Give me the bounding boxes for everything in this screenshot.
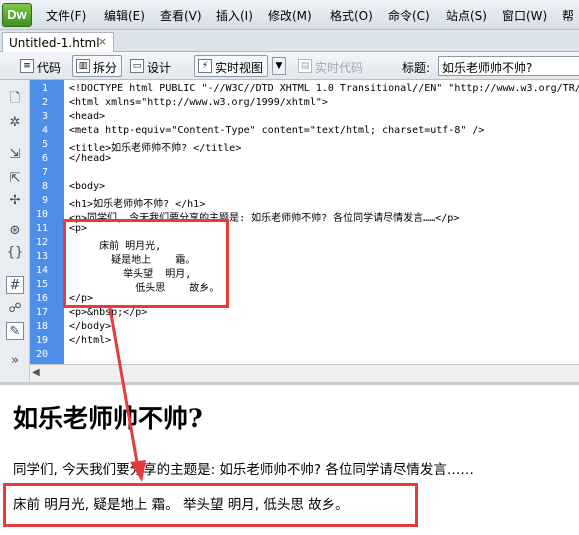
menu-file[interactable]: 文件(F)	[46, 7, 86, 24]
menu-format[interactable]: 格式(O)	[330, 7, 373, 24]
document-tab[interactable]: Untitled-1.html ×	[2, 32, 114, 52]
design-paragraph-intro: 同学们, 今天我们要分享的主题是: 如乐老师帅不帅? 各位同学请尽情发言……	[13, 462, 474, 478]
menu-view[interactable]: 查看(V)	[160, 7, 202, 24]
open-documents-icon[interactable]: 🗋	[6, 90, 24, 108]
code-line: <title>如乐老师帅不帅? </title>	[69, 143, 242, 154]
design-heading: 如乐老师帅不帅?	[13, 404, 203, 433]
line-number: 2	[41, 97, 48, 108]
dreamweaver-logo: Dw	[2, 3, 32, 27]
split-view-icon: ▥	[76, 59, 90, 73]
line-number: 16	[35, 293, 48, 304]
title-input[interactable]: 如乐老师帅不帅?	[438, 56, 579, 76]
annotation-box-code	[63, 219, 229, 308]
line-number: 12	[35, 237, 48, 248]
code-line: </head>	[69, 153, 112, 164]
syntax-coloring-icon[interactable]: ✎	[6, 322, 24, 340]
code-view-icon: ≡	[20, 59, 34, 73]
line-number: 17	[35, 307, 48, 318]
collapse-full-tag-icon[interactable]: ⇲	[6, 146, 24, 164]
line-number: 7	[41, 167, 48, 178]
annotation-box-design	[3, 483, 418, 527]
code-line: </html>	[69, 335, 112, 346]
line-number: 10	[35, 209, 48, 220]
close-icon[interactable]: ×	[98, 35, 107, 48]
collapse-selection-icon[interactable]: ⇱	[6, 170, 24, 188]
menu-insert[interactable]: 插入(I)	[216, 7, 253, 24]
line-number-gutter: 1 2 3 4 5 6 7 8 9 10 11 12 13 14 15 16 1…	[30, 80, 64, 364]
live-view-icon: ⚡	[198, 59, 212, 73]
code-view-button[interactable]: ≡ 代码	[16, 55, 66, 77]
design-view-icon: ▭	[130, 59, 144, 73]
horizontal-scrollbar[interactable]: ◀	[30, 364, 579, 382]
code-line: <meta http-equiv="Content-Type" content=…	[69, 125, 485, 136]
line-number: 8	[41, 181, 48, 192]
menu-window[interactable]: 窗口(W)	[502, 7, 547, 24]
menu-commands[interactable]: 命令(C)	[388, 7, 430, 24]
line-number: 6	[41, 153, 48, 164]
live-code-button[interactable]: ▤ 实时代码	[294, 55, 368, 77]
menu-help[interactable]: 帮	[562, 7, 574, 24]
code-line: </body>	[69, 321, 112, 332]
coding-toolbar: 🗋 ✲ ⇲ ⇱ ✢ ⊛ {} # ☍ ✎ »	[0, 80, 30, 382]
code-line: <head>	[69, 111, 106, 122]
expand-all-icon[interactable]: ✢	[6, 192, 24, 210]
line-number: 15	[35, 279, 48, 290]
line-number: 3	[41, 111, 48, 122]
line-number: 9	[41, 195, 48, 206]
title-label: 标题:	[402, 61, 431, 75]
live-view-button[interactable]: ⚡ 实时视图	[194, 55, 269, 77]
line-number: 18	[35, 321, 48, 332]
code-line: <h1>如乐老师帅不帅? </h1>	[69, 199, 206, 210]
more-options-icon[interactable]: »	[6, 352, 24, 370]
live-view-dropdown-icon[interactable]: ▼	[272, 57, 286, 75]
highlight-invalid-code-icon[interactable]: ☍	[6, 300, 24, 318]
document-toolbar: ≡ 代码 ▥ 拆分 ▭ 设计 ⚡ 实时视图 ▼ ▤ 实时代码 标题: 如乐老师帅…	[0, 52, 579, 80]
live-code-icon: ▤	[298, 59, 312, 73]
line-number: 5	[41, 139, 48, 150]
balance-braces-icon[interactable]: {}	[6, 244, 24, 262]
code-line: <html xmlns="http://www.w3.org/1999/xhtm…	[69, 97, 328, 108]
code-line: <!DOCTYPE html PUBLIC "-//W3C//DTD XHTML…	[69, 83, 579, 94]
line-number: 13	[35, 251, 48, 262]
scroll-left-icon[interactable]: ◀	[32, 367, 40, 378]
line-number: 20	[35, 349, 48, 360]
line-number: 14	[35, 265, 48, 276]
code-line: <body>	[69, 181, 106, 192]
show-code-navigator-icon[interactable]: ✲	[6, 114, 24, 132]
menu-modify[interactable]: 修改(M)	[268, 7, 312, 24]
design-view-button[interactable]: ▭ 设计	[126, 55, 176, 77]
menu-site[interactable]: 站点(S)	[446, 7, 487, 24]
line-numbers-icon[interactable]: #	[6, 276, 24, 294]
line-number: 1	[41, 83, 48, 94]
design-view-label: 设计	[147, 61, 172, 75]
document-tab-label: Untitled-1.html	[9, 36, 100, 50]
select-parent-tag-icon[interactable]: ⊛	[6, 222, 24, 240]
split-view-label: 拆分	[93, 61, 118, 75]
line-number: 19	[35, 335, 48, 346]
menu-bar: Dw 文件(F) 编辑(E) 查看(V) 插入(I) 修改(M) 格式(O) 命…	[0, 0, 579, 30]
line-number: 4	[41, 125, 48, 136]
split-view-button[interactable]: ▥ 拆分	[72, 55, 123, 77]
document-tab-bar: Untitled-1.html ×	[0, 30, 579, 52]
line-number: 11	[35, 223, 48, 234]
code-line: <p>&nbsp;</p>	[69, 307, 148, 318]
menu-edit[interactable]: 编辑(E)	[104, 7, 145, 24]
code-view-label: 代码	[37, 61, 62, 75]
live-code-label: 实时代码	[315, 61, 364, 75]
live-view-label: 实时视图	[215, 61, 264, 75]
